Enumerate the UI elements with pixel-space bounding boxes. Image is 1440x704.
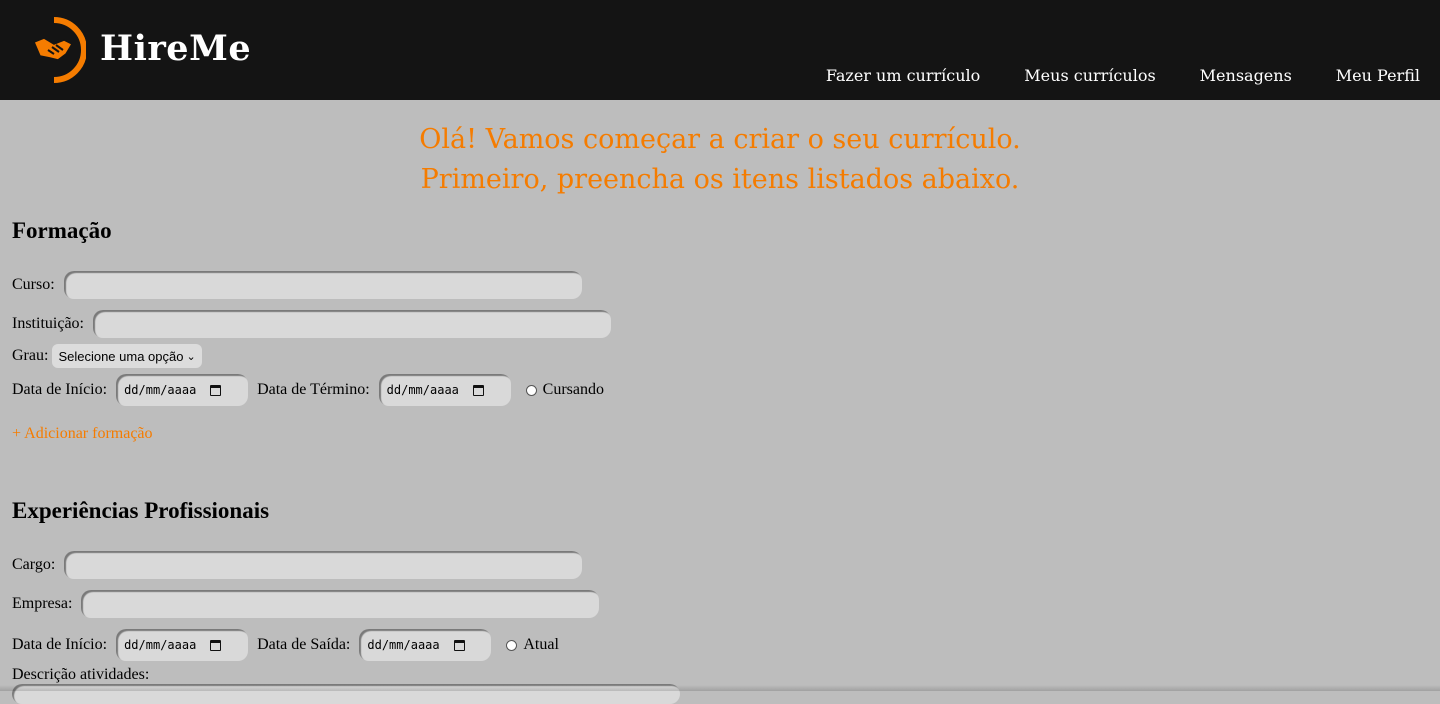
formacao-inicio-placeholder: dd/mm/aaaa: [124, 383, 197, 397]
experiencia-inicio-label: Data de Início:: [12, 636, 108, 653]
calendar-icon[interactable]: [453, 639, 465, 651]
handshake-icon[interactable]: [28, 14, 86, 86]
instituicao-input[interactable]: [92, 310, 611, 338]
main-nav: Fazer um currículo Meus currículos Mensa…: [826, 66, 1420, 85]
brand-name[interactable]: HireMe: [100, 28, 251, 69]
formacao-termino-placeholder: dd/mm/aaaa: [386, 383, 459, 397]
cargo-input[interactable]: [64, 551, 583, 579]
descricao-row: Descrição atividades:: [12, 666, 149, 684]
top-navigation-bar: HireMe Fazer um currículo Meus currículo…: [0, 0, 1440, 100]
experiencia-saida-date-input[interactable]: dd/mm/aaaa: [359, 629, 492, 661]
nav-meus-curriculos[interactable]: Meus currículos: [1024, 66, 1155, 85]
cursando-label[interactable]: Cursando: [543, 381, 604, 399]
instituicao-row: Instituição:: [12, 310, 611, 338]
intro-heading: Olá! Vamos começar a criar o seu currícu…: [0, 120, 1440, 200]
experiencia-saida-placeholder: dd/mm/aaaa: [367, 638, 440, 652]
experiencia-inicio-date-input[interactable]: dd/mm/aaaa: [116, 629, 249, 661]
calendar-icon[interactable]: [472, 384, 484, 396]
empresa-label: Empresa:: [12, 595, 73, 612]
nav-meu-perfil[interactable]: Meu Perfil: [1336, 66, 1420, 85]
formacao-title: Formação: [12, 218, 112, 243]
cursando-radio[interactable]: [525, 384, 537, 396]
formacao-inicio-date-input[interactable]: dd/mm/aaaa: [116, 374, 249, 406]
bottom-shade: [0, 685, 1440, 691]
formacao-termino-date-input[interactable]: dd/mm/aaaa: [378, 374, 511, 406]
empresa-row: Empresa:: [12, 590, 600, 618]
atual-radio[interactable]: [506, 639, 518, 651]
chevron-down-icon: ⌄: [186, 350, 196, 363]
experiencias-title: Experiências Profissionais: [12, 498, 270, 523]
atual-label[interactable]: Atual: [523, 636, 559, 654]
intro-line-2: Primeiro, preencha os itens listados aba…: [420, 164, 1020, 195]
formacao-inicio-label: Data de Início:: [12, 381, 108, 398]
cargo-row: Cargo:: [12, 551, 583, 579]
calendar-icon[interactable]: [210, 384, 222, 396]
grau-select[interactable]: Selecione uma opção ⌄: [52, 344, 202, 368]
calendar-icon[interactable]: [210, 639, 222, 651]
formacao-dates-row: Data de Início: dd/mm/aaaa Data de Térmi…: [12, 374, 604, 406]
formacao-termino-label: Data de Término:: [257, 381, 370, 398]
instituicao-label: Instituição:: [12, 315, 84, 332]
grau-label: Grau:: [12, 347, 49, 364]
experiencia-inicio-placeholder: dd/mm/aaaa: [124, 638, 197, 652]
empresa-input[interactable]: [81, 590, 600, 618]
curso-row: Curso:: [12, 271, 582, 299]
experiencia-dates-row: Data de Início: dd/mm/aaaa Data de Saída…: [12, 629, 559, 661]
curso-input[interactable]: [63, 271, 582, 299]
curso-label: Curso:: [12, 276, 55, 293]
nav-mensagens[interactable]: Mensagens: [1200, 66, 1292, 85]
intro-line-1: Olá! Vamos começar a criar o seu currícu…: [419, 124, 1021, 155]
grau-row: Grau: Selecione uma opção ⌄: [12, 344, 202, 368]
nav-fazer-curriculo[interactable]: Fazer um currículo: [826, 66, 980, 85]
add-formacao-link[interactable]: + Adicionar formação: [12, 425, 153, 443]
cargo-label: Cargo:: [12, 556, 56, 573]
experiencia-saida-label: Data de Saída:: [257, 636, 351, 653]
descricao-label: Descrição atividades:: [12, 666, 150, 683]
grau-select-value: Selecione uma opção: [58, 348, 184, 364]
